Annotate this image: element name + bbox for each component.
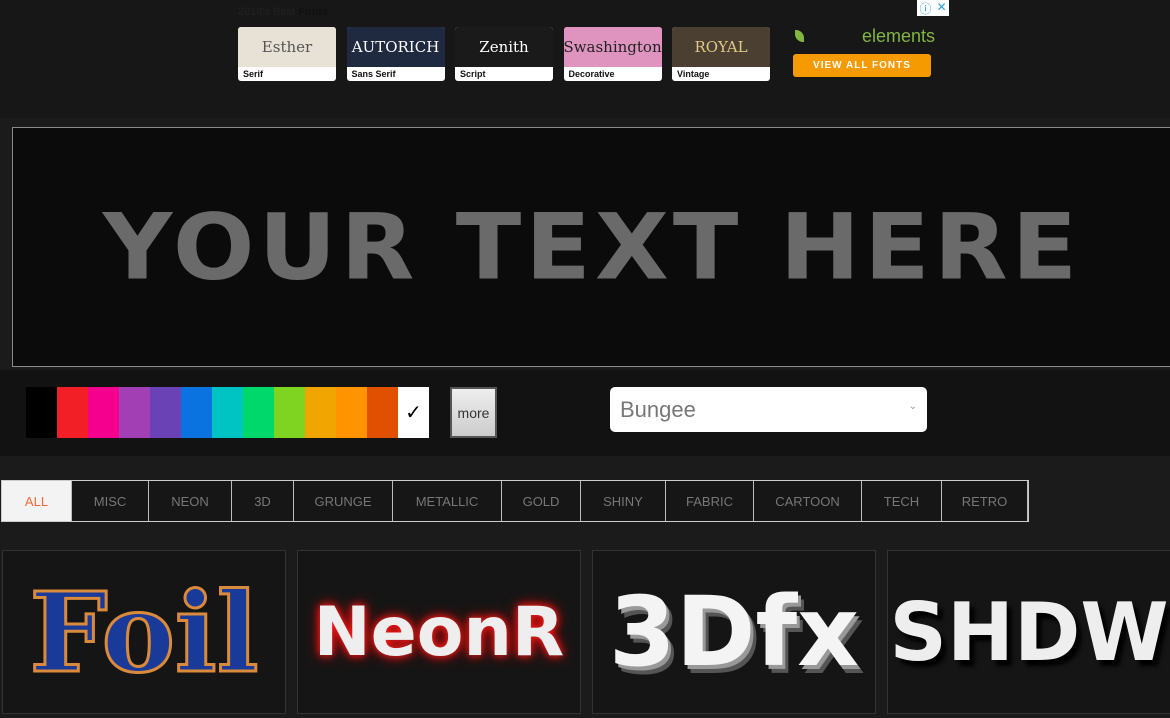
view-all-fonts-button[interactable]: VIEW ALL FONTS xyxy=(793,54,931,77)
style-preview-text: 3Dfx xyxy=(608,576,860,688)
ad-font-card[interactable]: ROYAL Vintage xyxy=(672,27,770,81)
color-swatch[interactable]: ✓ xyxy=(398,387,429,438)
tab-shiny[interactable]: SHINY xyxy=(581,481,666,521)
font-select[interactable]: Bungee ⌄ xyxy=(610,387,927,432)
color-swatch[interactable] xyxy=(243,387,274,438)
style-preview-text: Foil xyxy=(28,566,260,698)
ad-font-image: AUTORICH xyxy=(346,27,445,67)
ad-font-image: ROYAL xyxy=(672,27,770,67)
tab-grunge[interactable]: GRUNGE xyxy=(294,481,393,521)
color-swatch[interactable] xyxy=(367,387,398,438)
color-swatch[interactable] xyxy=(88,387,119,438)
ad-title-prefix: 2018's Best xyxy=(238,6,299,18)
ad-font-label: Script xyxy=(460,69,486,79)
tab-neon[interactable]: NEON xyxy=(149,481,232,521)
color-swatch[interactable] xyxy=(336,387,367,438)
info-icon[interactable]: ⓘ xyxy=(919,0,931,16)
color-swatch[interactable] xyxy=(26,387,57,438)
tab-all[interactable]: ALL xyxy=(2,481,72,521)
color-swatch[interactable] xyxy=(119,387,150,438)
tab-cartoon[interactable]: CARTOON xyxy=(754,481,862,521)
font-select-value: Bungee xyxy=(620,397,696,422)
color-swatch[interactable] xyxy=(150,387,181,438)
text-preview[interactable]: YOUR TEXT HERE xyxy=(12,127,1170,367)
text-style-card[interactable]: 3Dfx xyxy=(592,550,876,714)
color-swatch[interactable] xyxy=(212,387,243,438)
text-style-card[interactable]: NeonR xyxy=(297,550,581,714)
color-swatch[interactable] xyxy=(305,387,336,438)
ad-font-card[interactable]: Esther Serif xyxy=(238,27,336,81)
ad-font-card[interactable]: Swashington Decorative xyxy=(563,27,662,81)
tab-tech[interactable]: TECH xyxy=(862,481,942,521)
more-colors-button[interactable]: more xyxy=(450,387,497,438)
ad-title-bold: Fonts xyxy=(298,6,329,18)
tab-3d[interactable]: 3D xyxy=(232,481,294,521)
ad-font-image: Swashington xyxy=(563,27,662,67)
text-style-card[interactable]: Foil xyxy=(2,550,286,714)
ad-font-image: Esther xyxy=(238,27,336,67)
style-category-tabs: ALL MISC NEON 3D GRUNGE METALLIC GOLD SHINY FABR… xyxy=(1,480,1029,522)
ad-font-image: Zenith xyxy=(455,27,553,67)
color-swatch[interactable] xyxy=(274,387,305,438)
color-swatch[interactable] xyxy=(57,387,88,438)
ad-font-label: Decorative xyxy=(568,69,615,79)
ad-title: 2018's Best Fonts xyxy=(238,6,328,18)
ad-font-label: Vintage xyxy=(677,69,710,79)
check-icon: ✓ xyxy=(405,402,422,424)
tab-retro[interactable]: RETRO xyxy=(942,481,1028,521)
style-preview-text: NeonR xyxy=(313,592,565,672)
preview-text[interactable]: YOUR TEXT HERE xyxy=(103,194,1081,300)
text-style-card[interactable]: SHDW xyxy=(887,550,1170,714)
close-icon[interactable]: ✕ xyxy=(936,0,946,16)
ad-font-card[interactable]: AUTORICH Sans Serif xyxy=(346,27,445,81)
color-swatch[interactable] xyxy=(181,387,212,438)
tab-gold[interactable]: GOLD xyxy=(502,481,581,521)
ad-font-label: Serif xyxy=(243,69,264,79)
tab-misc[interactable]: MISC xyxy=(72,481,149,521)
tab-fabric[interactable]: FABRIC xyxy=(666,481,754,521)
ad-controls: ⓘ ✕ xyxy=(917,0,949,16)
chevron-down-icon: ⌄ xyxy=(908,401,917,412)
tab-metallic[interactable]: METALLIC xyxy=(393,481,502,521)
ad-font-card[interactable]: Zenith Script xyxy=(455,27,553,81)
ad-font-label: Sans Serif xyxy=(351,69,396,79)
ad-brand: elements xyxy=(862,26,936,46)
style-preview-text: SHDW xyxy=(889,585,1169,679)
